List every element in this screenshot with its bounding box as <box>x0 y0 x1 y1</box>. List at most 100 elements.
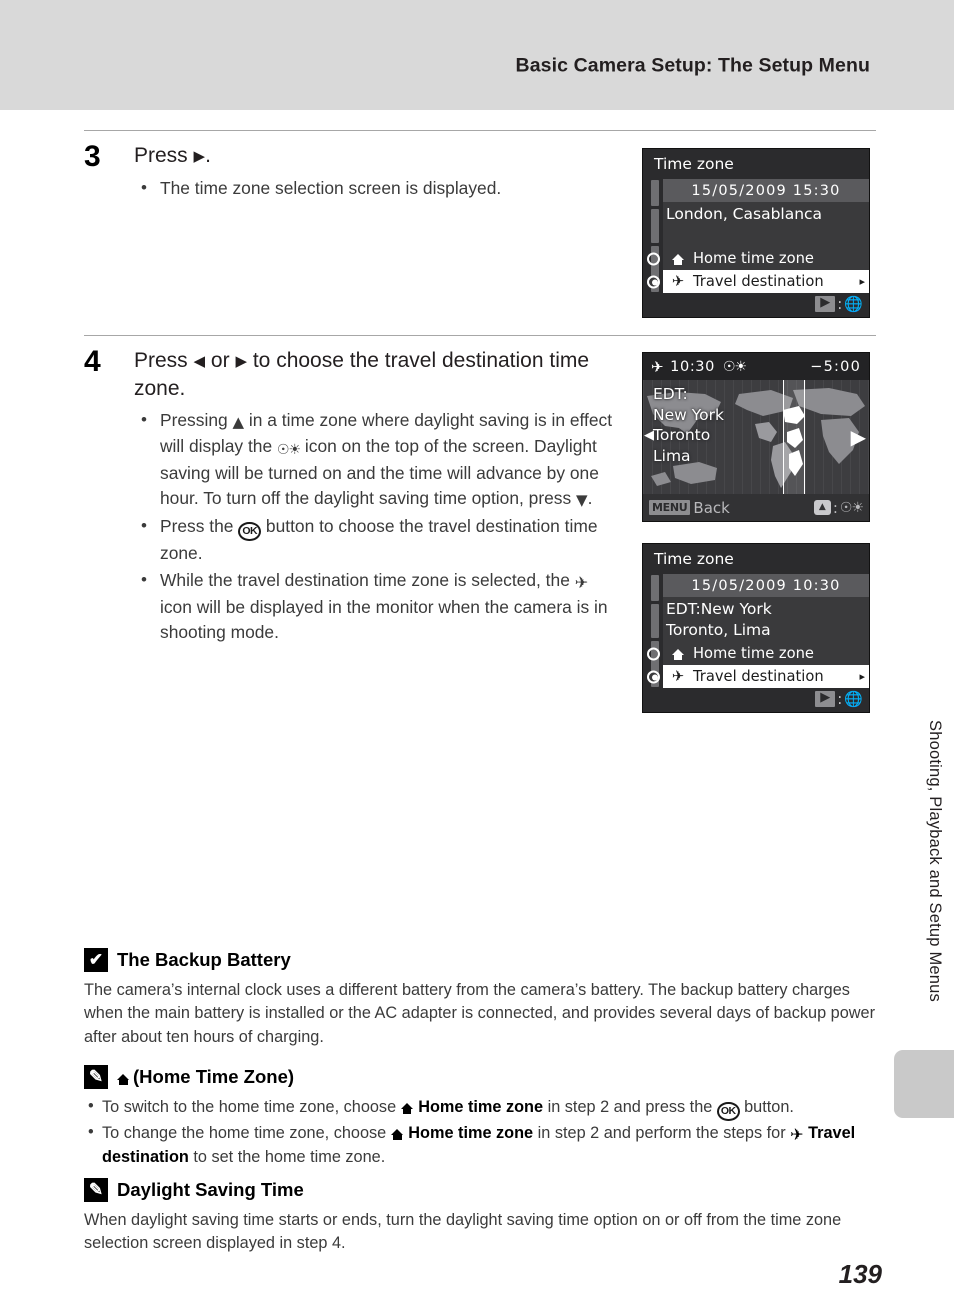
globe-icon: 🌐 <box>844 690 863 708</box>
play-button-icon: ▶ <box>815 690 836 707</box>
note-header: ✎ Daylight Saving Time <box>84 1178 876 1202</box>
lcd-option-home-time-zone[interactable]: Home time zone <box>647 247 869 270</box>
plane-icon: ✈ <box>671 273 685 290</box>
ok-button-icon: OK <box>238 521 262 542</box>
note2-b1-bold: Home time zone <box>418 1098 544 1116</box>
up-down-pad-icon: ▲ <box>813 500 831 515</box>
lcd-map-canvas[interactable]: EDT: New York Toronto Lima ◀ ▶ <box>643 380 869 494</box>
step-3-title-period: . <box>205 144 211 167</box>
lcd-title: Time zone <box>654 155 734 173</box>
lcd-screen-world-map: ✈ 10:30 ☉☀ −5:00 EDT: New York Toronto L… <box>642 352 870 522</box>
warning-badge-icon: ✔ <box>84 948 108 972</box>
dst-icon: ☉☀ <box>276 442 301 459</box>
step-4-body: Press ◀ or ▶ to choose the travel destin… <box>134 347 624 646</box>
note-bullets: To switch to the home time zone, choose … <box>84 1095 876 1169</box>
down-arrow-icon: ▼ <box>576 491 588 510</box>
step-4-title-a: Press <box>134 349 188 372</box>
footer-separator: : <box>837 690 843 708</box>
lcd-map-back-label: Back <box>693 498 730 517</box>
lcd-title: Time zone <box>654 550 734 568</box>
lcd-option-travel-destination[interactable]: ✈ Travel destination ▸ <box>647 270 869 293</box>
home-icon <box>663 250 693 267</box>
step-3-bullet-1: The time zone selection screen is displa… <box>160 177 502 198</box>
note-backup-battery: ✔ The Backup Battery The camera’s intern… <box>84 948 876 1049</box>
lcd-option-label: Travel destination <box>693 273 824 290</box>
home-icon <box>663 645 693 662</box>
travel-plane-icon: ✈ <box>574 573 589 593</box>
pencil-badge-icon: ✎ <box>84 1178 108 1202</box>
step-3: 3 Press ▶. The time zone selection scree… <box>84 142 624 203</box>
lcd-location-line: EDT:New York <box>666 600 772 618</box>
lcd-map-footer-right: ▲ : ☉☀ <box>813 499 864 517</box>
note-daylight-saving-time: ✎ Daylight Saving Time When daylight sav… <box>84 1178 876 1256</box>
dst-icon: ☉☀ <box>722 358 747 375</box>
left-arrow-icon: ◀ <box>193 352 206 370</box>
chevron-right-icon: ▸ <box>859 670 865 683</box>
scrollbar-segment <box>651 604 659 638</box>
lcd-map-city: Toronto <box>653 426 711 445</box>
note2-b2-p3: to set the home time zone. <box>193 1148 386 1167</box>
step-4-title-b: to choose the travel destination <box>252 349 544 372</box>
step-4-title: Press ◀ or ▶ to choose the travel destin… <box>134 347 624 402</box>
page-number: 139 <box>838 1259 882 1289</box>
lcd-option-home-time-zone[interactable]: Home time zone <box>647 642 869 665</box>
note2-b1-p1: To switch to the home time zone, choose <box>102 1098 397 1116</box>
lcd-map-utc-offset: −5:00 <box>810 358 861 375</box>
note-home-time-zone: ✎ (Home Time Zone) To switch to the home… <box>84 1065 876 1170</box>
scrollbar-segment <box>651 180 659 206</box>
step-4-title-or: or <box>210 349 230 372</box>
page-header-title: Basic Camera Setup: The Setup Menu <box>515 54 870 77</box>
lcd-location-line: London, Casablanca <box>666 205 823 223</box>
page-content: 3 Press ▶. The time zone selection scree… <box>0 110 954 1314</box>
radio-unselected-icon[interactable] <box>647 647 660 660</box>
list-item: While the travel destination time zone i… <box>134 568 624 645</box>
lcd-option-label: Travel destination <box>693 668 824 685</box>
home-icon <box>400 1101 414 1114</box>
right-arrow-icon: ▶ <box>235 352 247 370</box>
lcd-map-time: 10:30 <box>670 358 715 375</box>
cursor-right-icon[interactable]: ▶ <box>851 425 866 449</box>
cursor-left-icon[interactable]: ◀ <box>644 428 654 443</box>
lcd-datetime: 15/05/2009 15:30 <box>663 179 869 202</box>
radio-unselected-icon[interactable] <box>647 252 660 265</box>
dst-icon: ☉☀ <box>839 499 864 516</box>
note2-b1-p2: in step 2 and press the <box>547 1098 713 1116</box>
lcd-location: EDT:New York Toronto, Lima <box>663 597 869 642</box>
lcd-location-line: Toronto, Lima <box>666 621 771 640</box>
chapter-side-label: Shooting, Playback and Setup Menus <box>926 720 944 1002</box>
lcd-screen-timezone-home: Time zone 15/05/2009 15:30 London, Casab… <box>642 148 870 318</box>
step-4-b1-p1: Pressing <box>160 410 228 431</box>
step-4-b1-p4: . <box>587 488 593 509</box>
lcd-footer: ▶ : 🌐 <box>815 295 863 313</box>
step-4: 4 Press ◀ or ▶ to choose the travel dest… <box>84 347 624 648</box>
lcd-screen-timezone-travel: Time zone 15/05/2009 10:30 EDT:New York … <box>642 543 870 713</box>
lcd-map-status-bar: ✈ 10:30 ☉☀ −5:00 <box>643 353 869 380</box>
plane-icon: ✈ <box>651 357 665 376</box>
right-arrow-icon: ▶ <box>193 147 206 165</box>
divider-step-4 <box>84 335 876 336</box>
lcd-option-travel-destination[interactable]: ✈ Travel destination ▸ <box>647 665 869 688</box>
lcd-map-city: Lima <box>653 446 691 465</box>
lcd-map-city: New York <box>653 405 724 424</box>
note2-b2-p1: To change the home time zone, choose <box>102 1124 387 1142</box>
selected-timezone-strip <box>783 380 805 494</box>
note-body: The camera’s internal clock uses a diffe… <box>84 981 875 1046</box>
plane-icon: ✈ <box>671 668 685 685</box>
lcd-map-city: EDT: <box>653 385 688 403</box>
lcd-footer: ▶ : 🌐 <box>815 690 863 708</box>
step-3-body: Press ▶. The time zone selection screen … <box>134 142 624 201</box>
menu-button-icon[interactable]: MENU <box>649 500 691 515</box>
lcd-map-footer: MENU Back ▲ : ☉☀ <box>643 494 869 521</box>
divider-step-3 <box>84 130 876 131</box>
play-button-icon: ▶ <box>815 295 836 312</box>
radio-selected-icon[interactable] <box>647 670 660 683</box>
chevron-right-icon: ▸ <box>859 275 865 288</box>
list-item: To switch to the home time zone, choose … <box>84 1095 876 1121</box>
list-item: The time zone selection screen is displa… <box>134 176 624 201</box>
step-4-b3-p2: icon will be displayed in the monitor wh… <box>160 596 608 643</box>
radio-selected-icon[interactable] <box>647 275 660 288</box>
note-header: ✔ The Backup Battery <box>84 948 876 972</box>
step-4-number: 4 <box>84 345 101 378</box>
note-title-text: (Home Time Zone) <box>133 1066 295 1087</box>
list-item: To change the home time zone, choose Hom… <box>84 1121 876 1169</box>
